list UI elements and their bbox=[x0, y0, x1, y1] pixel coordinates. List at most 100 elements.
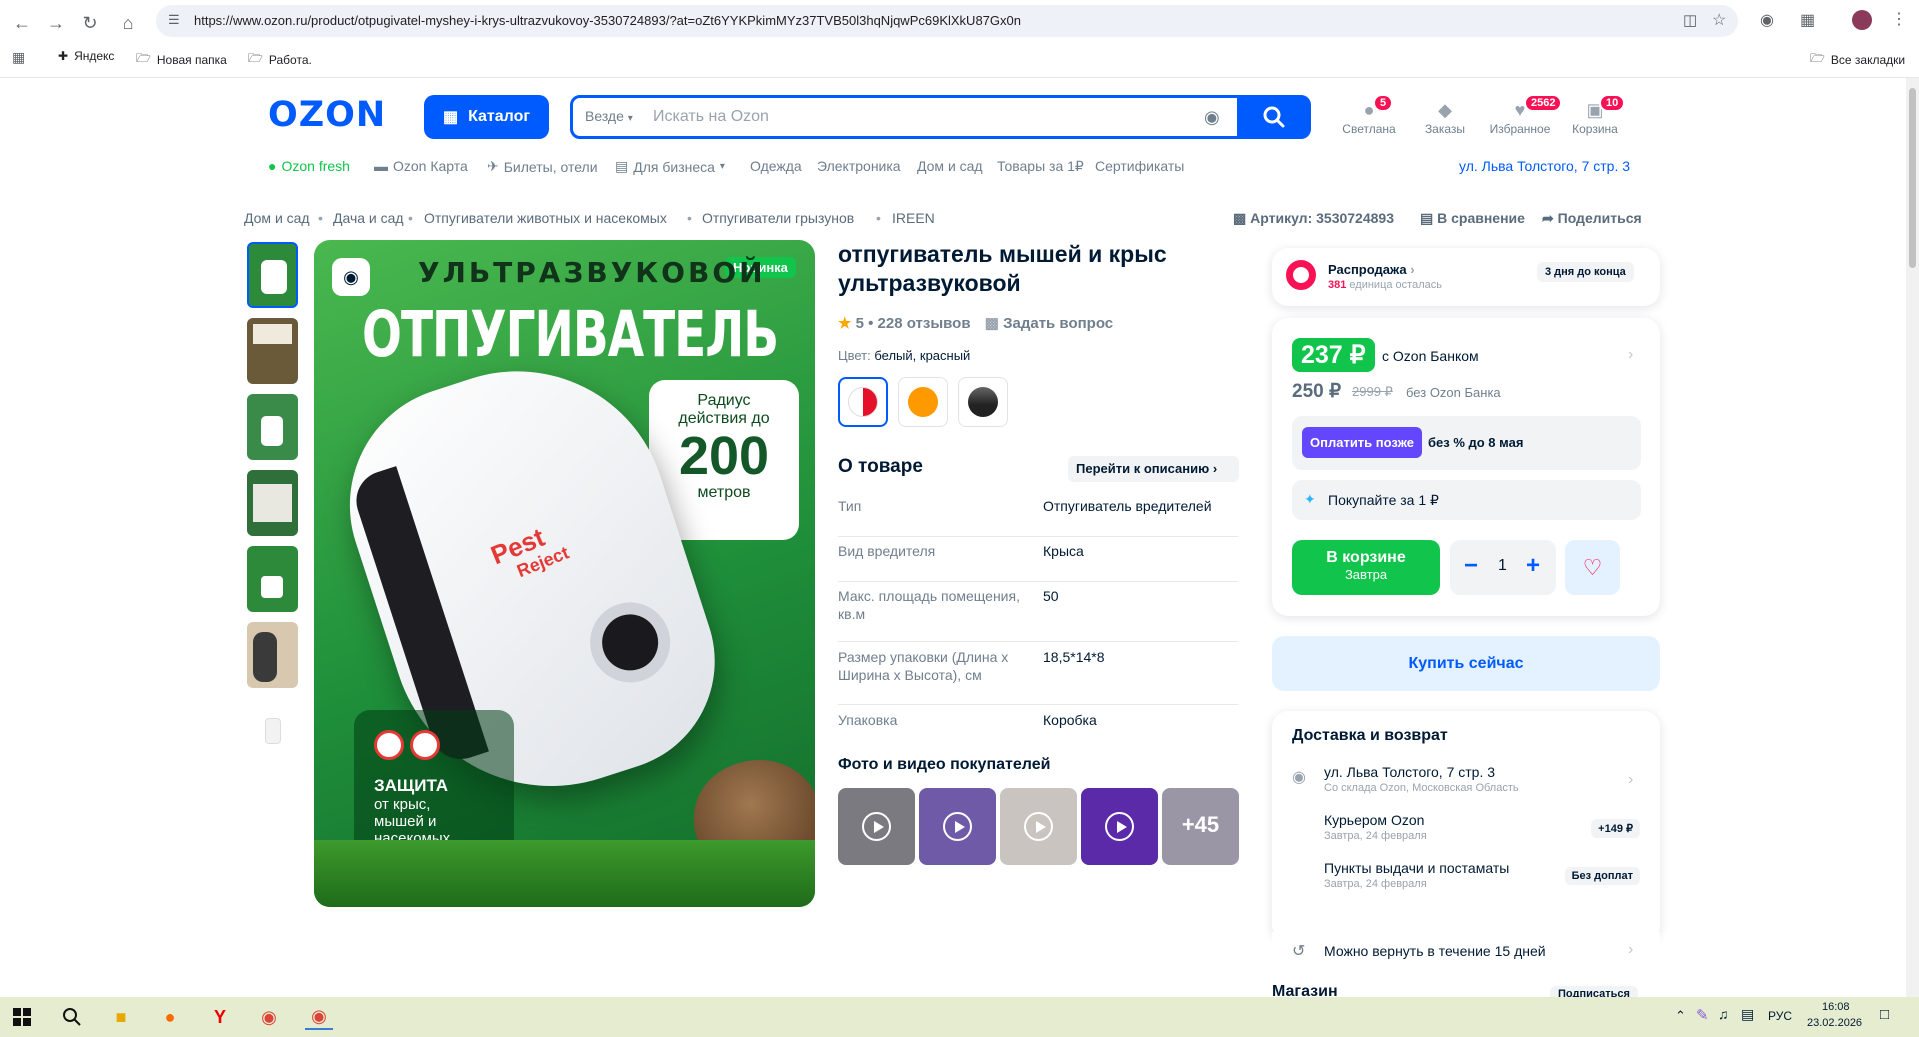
ozon-logo[interactable]: OZON bbox=[268, 95, 386, 135]
subnav-home-garden[interactable]: Дом и сад bbox=[917, 158, 983, 174]
tray-chevron-up-icon[interactable]: ⌃ bbox=[1675, 1008, 1686, 1024]
chevron-right-icon[interactable]: › bbox=[1628, 771, 1633, 789]
home-icon[interactable]: ⌂ bbox=[116, 11, 140, 35]
sale-banner[interactable]: Распродажа › 381 единица осталась 3 дня … bbox=[1272, 248, 1660, 306]
search-icon[interactable] bbox=[58, 1004, 86, 1030]
pickup-option[interactable]: Пункты выдачи и постаматы bbox=[1324, 860, 1509, 876]
pen-icon[interactable]: ✎ bbox=[1696, 1006, 1709, 1024]
rating-link[interactable]: 5 • 228 отзывов bbox=[856, 315, 971, 332]
reload-icon[interactable]: ↻ bbox=[78, 11, 102, 35]
header-orders[interactable]: ◆ Заказы bbox=[1405, 100, 1485, 136]
subnav-clothes[interactable]: Одежда bbox=[750, 158, 802, 174]
chevron-right-icon[interactable]: › bbox=[1628, 346, 1633, 364]
subnav-business[interactable]: ▤ Для бизнеса ▾ bbox=[615, 158, 725, 175]
install-icon[interactable]: ◫ bbox=[1683, 11, 1697, 29]
subnav-tickets[interactable]: ✈ Билеты, отели bbox=[487, 158, 598, 175]
chrome-icon[interactable]: ◉ bbox=[255, 1004, 283, 1030]
address-bar[interactable]: ☰ https://www.ozon.ru/product/otpugivate… bbox=[156, 5, 1738, 37]
file-explorer-icon[interactable]: ■ bbox=[107, 1004, 135, 1030]
bookmark-star-icon[interactable]: ☆ bbox=[1712, 10, 1726, 30]
favorite-button[interactable]: ♡ bbox=[1565, 540, 1620, 595]
customer-video[interactable] bbox=[1000, 788, 1077, 865]
clock-date[interactable]: 23.02.2026 bbox=[1807, 1017, 1862, 1029]
all-bookmarks[interactable]: 🗁 Все закладки bbox=[1810, 49, 1905, 70]
buy-for-1-row[interactable]: ✦ Покупайте за 1 ₽ bbox=[1292, 480, 1641, 520]
notifications-icon[interactable]: □ bbox=[1880, 1006, 1889, 1023]
gallery-thumbnail[interactable] bbox=[247, 470, 298, 536]
header-profile[interactable]: ● Светлана 5 bbox=[1329, 94, 1409, 136]
customer-video[interactable] bbox=[838, 788, 915, 865]
chrome-active-icon[interactable]: ◉ bbox=[305, 1004, 333, 1030]
profile-avatar[interactable] bbox=[1852, 10, 1872, 30]
breadcrumb-item[interactable]: Дача и сад bbox=[333, 210, 404, 226]
globe-icon[interactable]: ◉ bbox=[1760, 10, 1774, 30]
compare-button[interactable]: ▤ В сравнение bbox=[1420, 210, 1525, 227]
breadcrumb-item[interactable]: Дом и сад bbox=[244, 210, 310, 226]
minus-icon[interactable]: − bbox=[1464, 552, 1478, 580]
delivery-address[interactable]: ул. Льва Толстого, 7 стр. 3 bbox=[1324, 764, 1495, 780]
network-icon[interactable]: ▤ bbox=[1741, 1006, 1754, 1023]
bookmark-work[interactable]: 🗁 Работа. bbox=[248, 49, 312, 70]
plus-icon[interactable]: + bbox=[1526, 552, 1540, 580]
header-favorites[interactable]: ♥ Избранное 2562 bbox=[1480, 94, 1563, 136]
in-cart-button[interactable]: В корзине Завтра bbox=[1292, 540, 1440, 595]
breadcrumb-item[interactable]: Отпугиватели животных и насекомых bbox=[424, 210, 667, 226]
apps-icon[interactable]: ▦ bbox=[12, 49, 25, 66]
gallery-thumbnail[interactable] bbox=[247, 318, 298, 384]
clock-time[interactable]: 16:08 bbox=[1822, 1001, 1850, 1013]
gallery-thumbnail[interactable] bbox=[247, 242, 298, 308]
go-to-description-button[interactable]: Перейти к описанию › bbox=[1068, 456, 1239, 482]
buy-now-button[interactable]: Купить сейчас bbox=[1272, 636, 1660, 691]
scrollbar-thumb[interactable] bbox=[1909, 88, 1916, 268]
menu-icon[interactable]: ⋮ bbox=[1891, 9, 1907, 29]
gallery-thumbnail[interactable] bbox=[247, 394, 298, 460]
windows-start-icon[interactable] bbox=[8, 1004, 36, 1030]
color-swatch-black[interactable] bbox=[958, 377, 1008, 427]
search-button[interactable] bbox=[1237, 95, 1311, 139]
header-cart[interactable]: ▣ Корзина 10 bbox=[1555, 94, 1635, 136]
bookmark-new-folder[interactable]: 🗁 Новая папка bbox=[136, 49, 227, 70]
back-icon[interactable]: ← bbox=[10, 11, 34, 35]
pay-later-button[interactable]: Оплатить позже bbox=[1302, 427, 1422, 458]
catalog-button[interactable]: ▦ Каталог bbox=[424, 95, 549, 139]
gallery-thumbnail[interactable] bbox=[247, 546, 298, 612]
search-input[interactable] bbox=[653, 102, 1153, 132]
url-text[interactable]: https://www.ozon.ru/product/otpugivatel-… bbox=[194, 13, 1021, 28]
product-main-image[interactable]: ◉ Новинка УЛЬТРАЗВУКОВОЙ ОТПУГИВАТЕЛЬ Ра… bbox=[314, 240, 815, 907]
subnav-certificates[interactable]: Сертификаты bbox=[1095, 158, 1184, 174]
gallery-thumbnail[interactable] bbox=[247, 698, 298, 764]
subnav-electronics[interactable]: Электроника bbox=[817, 158, 901, 174]
subnav-goods-for-1[interactable]: Товары за 1₽ bbox=[997, 158, 1084, 175]
camera-icon[interactable]: ◉ bbox=[1204, 107, 1220, 128]
subnav-ozon-card[interactable]: ▬ Ozon Карта bbox=[374, 158, 468, 174]
yandex-browser-icon[interactable]: Y bbox=[206, 1004, 234, 1030]
delivery-address-link[interactable]: ул. Льва Толстого, 7 стр. 3 bbox=[1459, 158, 1630, 174]
extensions-icon[interactable]: ▦ bbox=[1800, 10, 1815, 30]
breadcrumb-item[interactable]: IREEN bbox=[892, 210, 935, 226]
subscribe-button[interactable]: Подписаться bbox=[1550, 986, 1638, 997]
customer-video[interactable] bbox=[919, 788, 996, 865]
scrollbar[interactable] bbox=[1906, 78, 1919, 997]
courier-option[interactable]: Курьером Ozon bbox=[1324, 812, 1424, 828]
site-info-icon[interactable]: ☰ bbox=[168, 12, 180, 28]
article-number[interactable]: ▩ Артикул: 3530724893 bbox=[1233, 210, 1394, 227]
pay-later-row[interactable]: Оплатить позже без % до 8 мая bbox=[1292, 416, 1641, 470]
gallery-thumbnail[interactable] bbox=[247, 622, 298, 688]
forward-icon[interactable]: → bbox=[44, 11, 68, 35]
bookmark-yandex[interactable]: ✚ Яндекс bbox=[58, 49, 114, 63]
color-swatch-white-red[interactable] bbox=[838, 377, 888, 427]
image-search-icon[interactable]: ◉ bbox=[332, 258, 370, 296]
return-row[interactable]: ↺ Можно вернуть в течение 15 дней › bbox=[1272, 932, 1660, 972]
firefox-icon[interactable]: ● bbox=[156, 1004, 184, 1030]
chevron-right-icon: › bbox=[1212, 461, 1218, 476]
search-scope-select[interactable]: Везде ▾ bbox=[585, 108, 633, 124]
ask-question-link[interactable]: Задать вопрос bbox=[1003, 315, 1113, 332]
breadcrumb-item[interactable]: Отпугиватели грызунов bbox=[702, 210, 854, 226]
volume-icon[interactable]: ♫ bbox=[1718, 1006, 1729, 1022]
customer-video[interactable] bbox=[1081, 788, 1158, 865]
customer-media-more[interactable]: +45 bbox=[1162, 788, 1239, 865]
subnav-ozon-fresh[interactable]: ● Ozon fresh bbox=[268, 158, 350, 174]
share-button[interactable]: ➦ Поделиться bbox=[1542, 210, 1642, 227]
color-swatch-orange[interactable] bbox=[898, 377, 948, 427]
language-indicator[interactable]: РУС bbox=[1768, 1009, 1792, 1023]
